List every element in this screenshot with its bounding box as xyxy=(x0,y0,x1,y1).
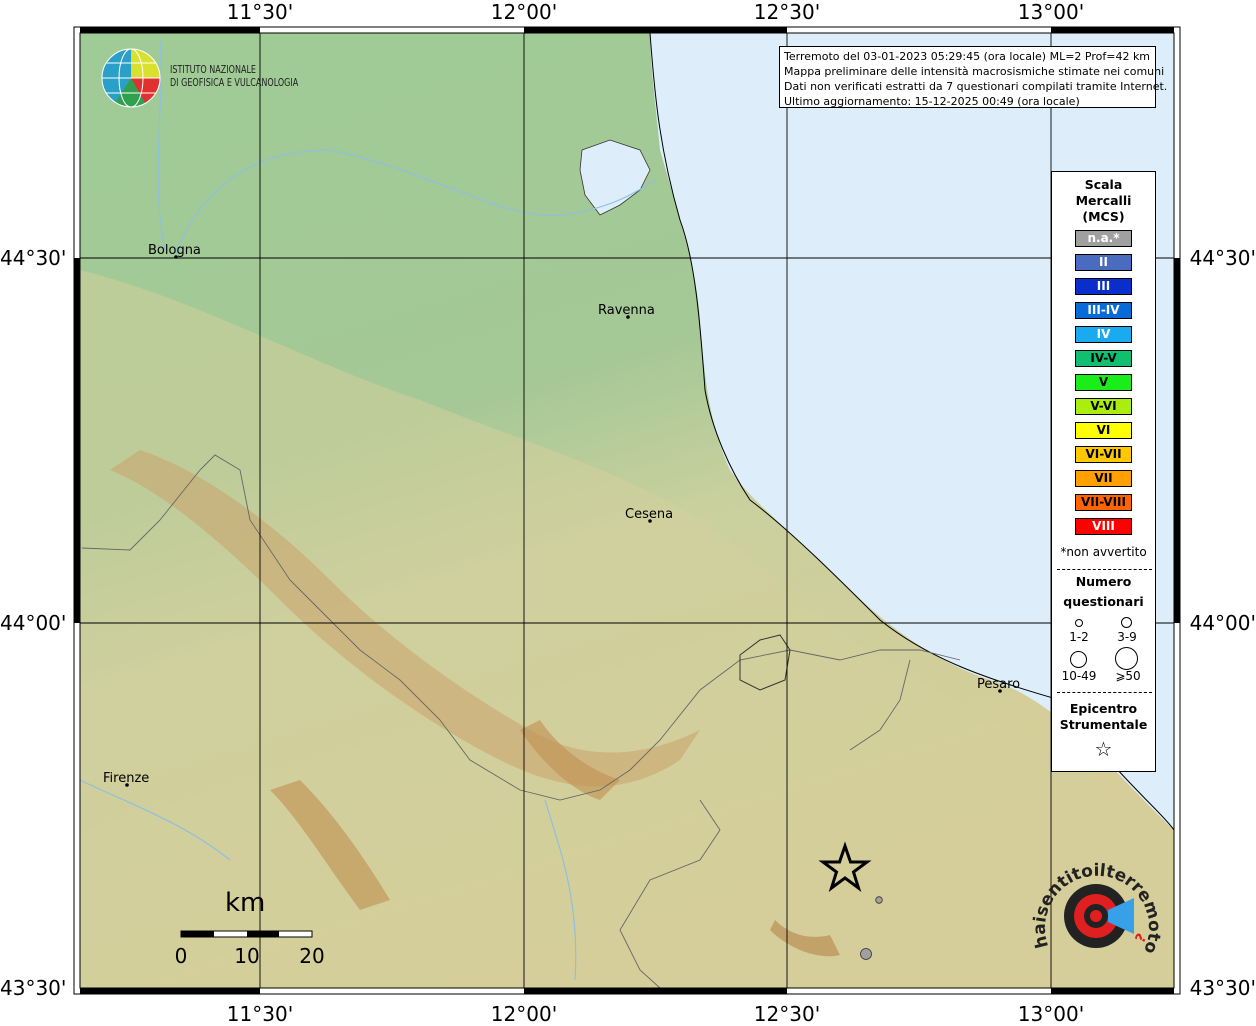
lon-label-top: 12°00' xyxy=(490,0,558,24)
city-label-pesaro: Pesaro xyxy=(977,677,1021,692)
lon-label-bottom: 13°00' xyxy=(1017,1002,1085,1026)
city-label-cesena: Cesena xyxy=(625,507,674,522)
mcs-class-swatch: V xyxy=(1075,374,1132,391)
scalebar-tick: 0 xyxy=(174,944,188,968)
mcs-class-swatch: II xyxy=(1075,254,1132,271)
legend-title-line3: (MCS) xyxy=(1082,209,1125,224)
lat-label-right: 43°30' xyxy=(1189,976,1256,1000)
legend-divider xyxy=(1057,569,1152,570)
mcs-class-swatch: IV xyxy=(1075,326,1132,343)
lon-label-bottom: 12°30' xyxy=(753,1002,821,1026)
epicenter-title-line2: Strumentale xyxy=(1059,717,1148,732)
lon-label-bottom: 11°30' xyxy=(226,1002,294,1026)
lat-label-left: 44°00' xyxy=(0,611,67,635)
mcs-class-swatch: VII-VIII xyxy=(1075,494,1132,511)
count-label: 1-2 xyxy=(1069,630,1089,644)
report-marker[interactable] xyxy=(860,948,872,960)
lon-label-bottom: 12°00' xyxy=(490,1002,558,1026)
epicenter-legend-star-icon: ☆ xyxy=(1094,737,1113,761)
legend-divider xyxy=(1057,692,1152,693)
legend-title-line2: Mercalli xyxy=(1075,193,1132,208)
mcs-class-swatch: III-IV xyxy=(1075,302,1132,319)
epicenter-title-line1: Epicentro xyxy=(1069,701,1138,716)
event-info-line2: Mappa preliminare delle intensità macros… xyxy=(784,65,1165,78)
count-label: ⩾50 xyxy=(1115,669,1141,683)
lon-label-top: 11°30' xyxy=(226,0,294,24)
event-info-line3: Dati non verificati estratti da 7 questi… xyxy=(784,80,1168,93)
legend-title-line1: Scala xyxy=(1084,177,1123,192)
lon-label-top: 13°00' xyxy=(1017,0,1085,24)
count-circle-10-49 xyxy=(1070,651,1087,668)
count-label: 10-49 xyxy=(1061,669,1097,683)
legend-note: *non avvertito xyxy=(1060,545,1147,559)
lat-label-left: 43°30' xyxy=(0,976,67,1000)
report-marker[interactable] xyxy=(875,896,883,904)
city-label-bologna: Bologna xyxy=(148,243,201,258)
ingv-name-line1: ISTITUTO NAZIONALE xyxy=(170,64,257,76)
ingv-logo-icon xyxy=(101,48,161,108)
mcs-class-swatch: VII xyxy=(1075,470,1132,487)
event-info-box: Terremoto del 03-01-2023 05:29:45 (ora l… xyxy=(779,46,1168,108)
ingv-name-line2: DI GEOFISICA E VULCANOLOGIA xyxy=(170,77,299,89)
city-label-firenze: Firenze xyxy=(103,771,150,786)
mcs-class-swatch: IV-V xyxy=(1075,350,1132,367)
scalebar-tick: 20 xyxy=(299,944,325,968)
mcs-class-swatch: III xyxy=(1075,278,1132,295)
count-circle-50 xyxy=(1115,647,1138,670)
lat-label-right: 44°30' xyxy=(1189,246,1256,270)
event-info-line1: Terremoto del 03-01-2023 05:29:45 (ora l… xyxy=(784,50,1151,63)
count-circle-1-2 xyxy=(1075,619,1083,627)
count-circle-3-9 xyxy=(1121,617,1132,628)
count-title-line2: questionari xyxy=(1063,594,1144,609)
scale-bar xyxy=(180,930,313,938)
count-label: 3-9 xyxy=(1117,630,1137,644)
mcs-class-swatch: VIII xyxy=(1075,518,1132,535)
scalebar-tick: 10 xyxy=(234,944,260,968)
lat-label-right: 44°00' xyxy=(1189,611,1256,635)
count-title-line1: Numero xyxy=(1075,574,1132,589)
mcs-class-swatch: VI-VII xyxy=(1075,446,1132,463)
ingv-logo-text: ISTITUTO NAZIONALE DI GEOFISICA E VULCAN… xyxy=(170,64,298,90)
lon-label-top: 12°30' xyxy=(753,0,821,24)
legend: Scala Mercalli (MCS) n.a.* II III III-IV IV I… xyxy=(1051,171,1156,772)
scalebar-unit: km xyxy=(225,888,266,918)
lat-label-left: 44°30' xyxy=(0,246,67,270)
mcs-class-swatch: n.a.* xyxy=(1075,230,1132,247)
event-info-line4: Ultimo aggiornamento: 15-12-2025 00:49 (… xyxy=(784,95,1080,108)
mcs-class-swatch: VI xyxy=(1075,422,1132,439)
mcs-class-swatch: V-VI xyxy=(1075,398,1132,415)
city-label-ravenna: Ravenna xyxy=(598,303,655,318)
